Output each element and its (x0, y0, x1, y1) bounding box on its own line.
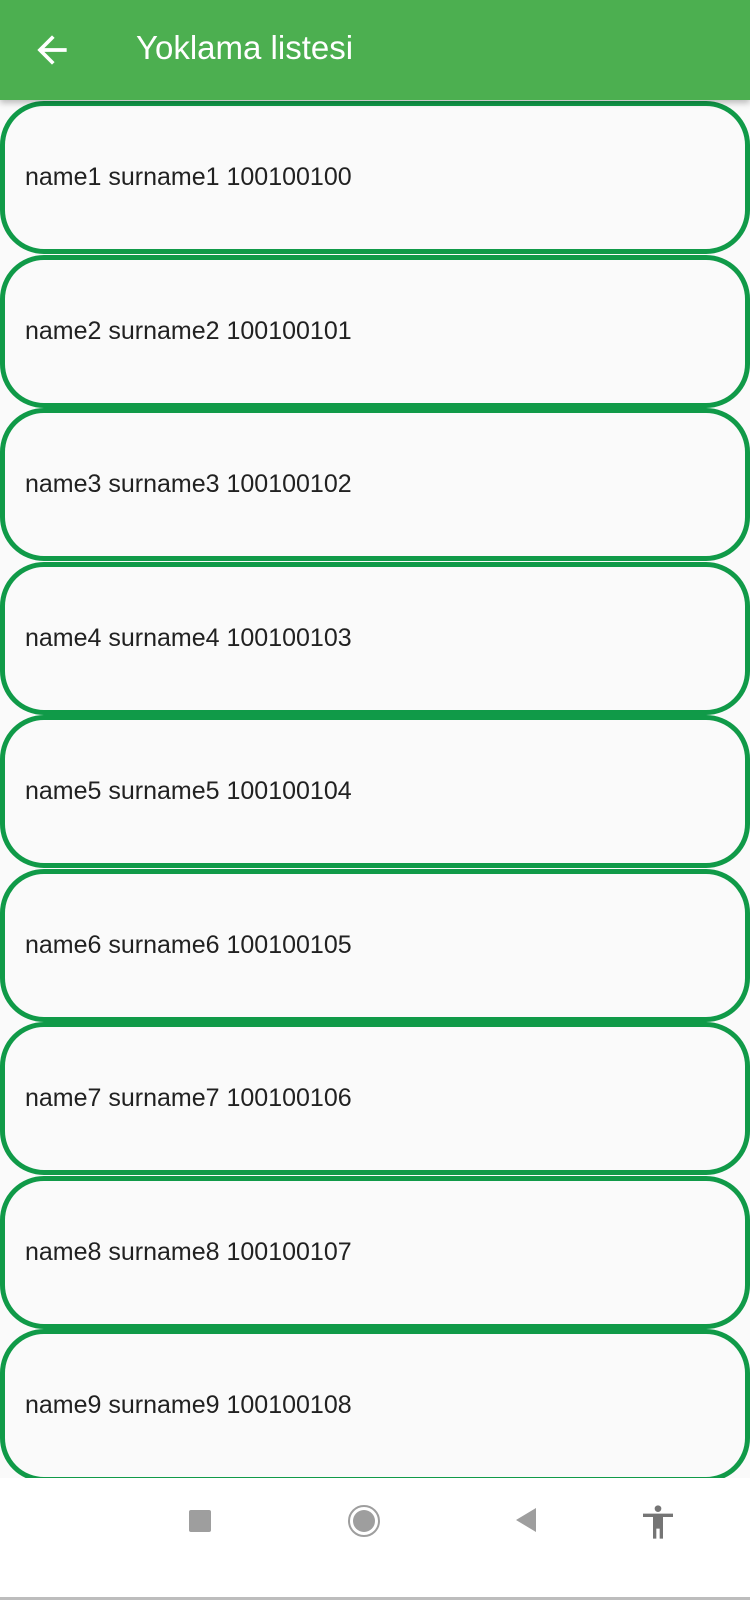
home-icon (353, 1510, 375, 1532)
student-label: name1 surname1 100100100 (25, 163, 352, 191)
student-list[interactable]: name1 surname1 100100100 name2 surname2 1… (0, 100, 750, 1478)
student-label: name3 surname3 100100102 (25, 470, 352, 498)
back-nav-button[interactable] (516, 1508, 536, 1532)
student-card[interactable]: name3 surname3 100100102 (0, 408, 750, 561)
student-card[interactable]: name5 surname5 100100104 (0, 715, 750, 868)
student-label: name5 surname5 100100104 (25, 777, 352, 805)
student-card[interactable]: name4 surname4 100100103 (0, 561, 750, 715)
student-card[interactable]: name7 surname7 100100106 (0, 1022, 750, 1175)
student-label: name9 surname9 100100108 (25, 1391, 352, 1419)
student-card[interactable]: name9 surname9 100100108 (0, 1329, 750, 1478)
system-nav-bar (0, 1478, 750, 1600)
student-card[interactable]: name1 surname1 100100100 (0, 101, 750, 254)
page-title: Yoklama listesi (136, 29, 354, 66)
accessibility-icon (643, 1505, 673, 1539)
student-label: name6 surname6 100100105 (25, 930, 352, 959)
student-card[interactable]: name6 surname6 100100105 (0, 868, 750, 1022)
student-label: name7 surname7 100100106 (25, 1084, 352, 1112)
student-label: name4 surname4 100100103 (25, 623, 352, 652)
back-button[interactable] (30, 28, 74, 72)
app-bar: Yoklama listesi (0, 0, 750, 100)
accessibility-button[interactable] (638, 1502, 678, 1547)
student-card[interactable]: name2 surname2 100100101 (0, 254, 750, 408)
arrow-left-icon (37, 35, 67, 65)
student-label: name8 surname8 100100107 (25, 1237, 352, 1266)
student-card[interactable]: name8 surname8 100100107 (0, 1175, 750, 1329)
recents-button[interactable] (189, 1510, 211, 1532)
home-button[interactable] (348, 1505, 380, 1537)
student-label: name2 surname2 100100101 (25, 316, 352, 345)
